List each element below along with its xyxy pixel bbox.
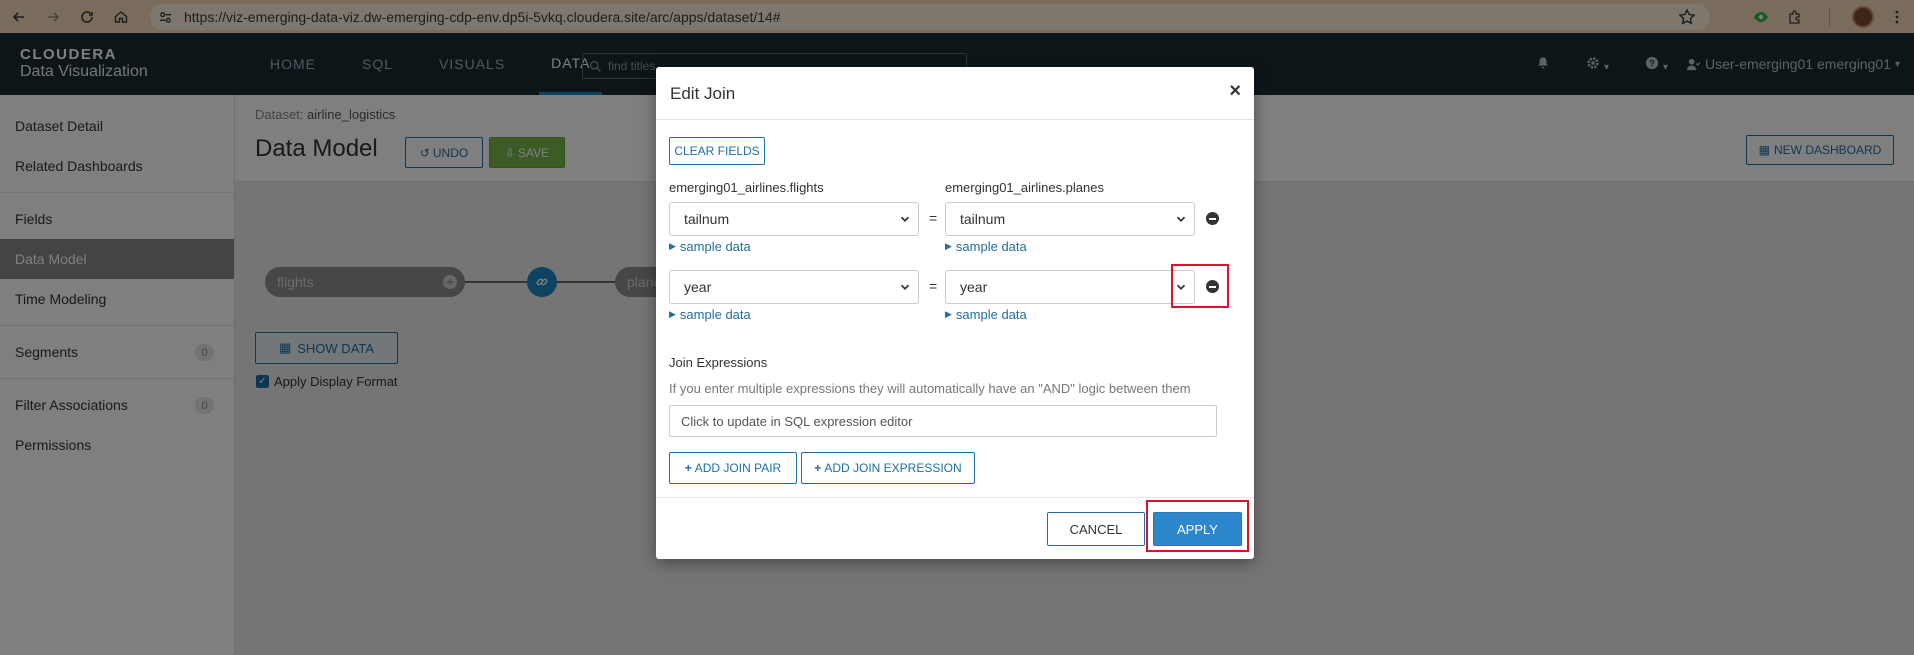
- plus-icon: +: [684, 461, 692, 475]
- left-table-label: emerging01_airlines.flights: [669, 180, 824, 195]
- sample-data-label: sample data: [679, 307, 751, 322]
- edit-join-dialog: Edit Join × CLEAR FIELDS emerging01_airl…: [656, 67, 1254, 559]
- left-field-select-1[interactable]: tailnum: [669, 202, 919, 236]
- sample-data-link[interactable]: ▶ sample data: [945, 239, 1027, 254]
- caret-right-icon: ▶: [945, 241, 952, 251]
- sample-data-link[interactable]: ▶ sample data: [669, 239, 751, 254]
- chevron-down-icon: [900, 284, 910, 290]
- join-expressions-title: Join Expressions: [669, 355, 768, 370]
- select-value: tailnum: [960, 211, 1006, 227]
- add-join-pair-label: ADD JOIN PAIR: [694, 461, 782, 475]
- left-field-select-2[interactable]: year: [669, 270, 919, 304]
- add-join-pair-button[interactable]: + ADD JOIN PAIR: [669, 452, 797, 484]
- clear-fields-button[interactable]: CLEAR FIELDS: [669, 137, 765, 165]
- sample-data-link[interactable]: ▶ sample data: [945, 307, 1027, 322]
- add-join-expression-button[interactable]: + ADD JOIN EXPRESSION: [801, 452, 975, 484]
- select-value: year: [960, 279, 988, 295]
- caret-right-icon: ▶: [945, 309, 952, 319]
- chevron-down-icon: [1176, 216, 1186, 222]
- select-value: year: [684, 279, 712, 295]
- cancel-button[interactable]: CANCEL: [1047, 512, 1145, 546]
- right-field-select-2[interactable]: year: [945, 270, 1195, 304]
- caret-right-icon: ▶: [669, 309, 676, 319]
- sql-expression-input[interactable]: Click to update in SQL expression editor: [669, 405, 1217, 437]
- right-field-select-1[interactable]: tailnum: [945, 202, 1195, 236]
- chevron-down-icon: [900, 216, 910, 222]
- caret-right-icon: ▶: [669, 241, 676, 251]
- plus-icon: +: [814, 461, 822, 475]
- modal-footer-divider: [656, 497, 1254, 498]
- modal-title: Edit Join: [670, 84, 736, 103]
- modal-header: Edit Join ×: [656, 67, 1254, 120]
- sample-data-label: sample data: [955, 307, 1027, 322]
- highlight-box: [1146, 500, 1249, 552]
- join-expressions-help: If you enter multiple expressions they w…: [669, 381, 1191, 396]
- close-icon[interactable]: ×: [1229, 80, 1241, 103]
- sample-data-link[interactable]: ▶ sample data: [669, 307, 751, 322]
- highlight-box: [1171, 264, 1229, 308]
- sql-expression-placeholder: Click to update in SQL expression editor: [681, 413, 913, 429]
- select-value: tailnum: [684, 211, 730, 227]
- equals-sign: =: [929, 210, 938, 226]
- right-table-label: emerging01_airlines.planes: [945, 180, 1104, 195]
- equals-sign: =: [929, 278, 938, 294]
- remove-pair-icon[interactable]: [1206, 212, 1219, 225]
- sample-data-label: sample data: [955, 239, 1027, 254]
- add-join-expression-label: ADD JOIN EXPRESSION: [824, 461, 962, 475]
- sample-data-label: sample data: [679, 239, 751, 254]
